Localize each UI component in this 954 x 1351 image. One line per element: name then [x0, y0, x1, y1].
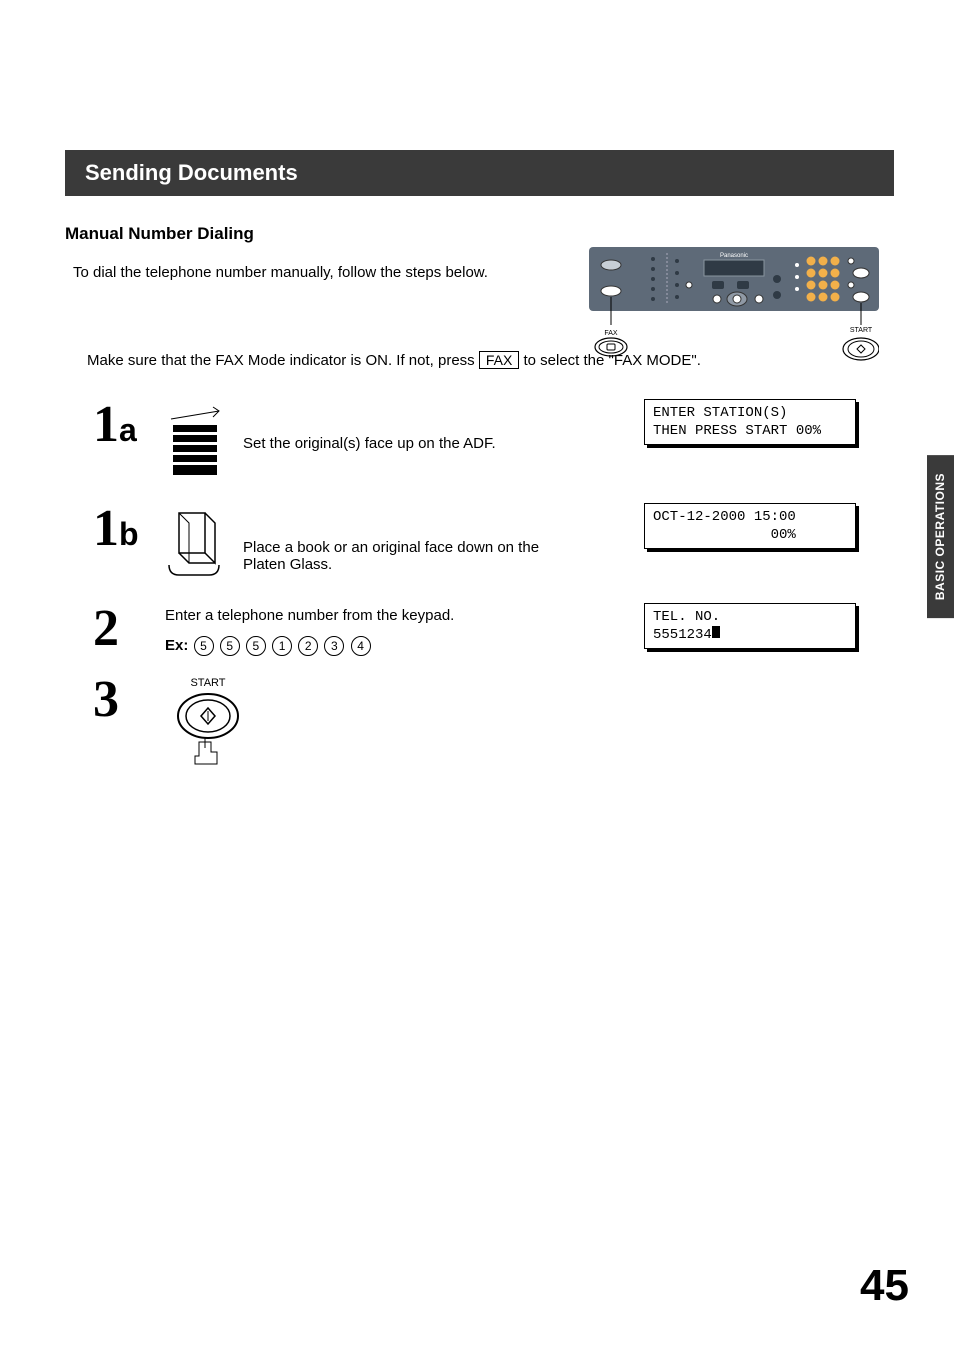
mode-prefix: Make sure that the FAX Mode indicator is…	[87, 352, 479, 369]
platen-glass-icon	[165, 509, 229, 585]
keypad-digit: 3	[324, 636, 344, 656]
page-number: 45	[860, 1261, 909, 1311]
step-1b-text: Place a book or an original face down on…	[243, 509, 543, 573]
step-number-3: 3	[93, 674, 165, 726]
step-number-2: 2	[93, 603, 165, 655]
subsection-heading: Manual Number Dialing	[65, 224, 894, 244]
keypad-digit: 5	[194, 636, 214, 656]
section-tab: BASIC OPERATIONS	[927, 455, 954, 618]
adf-icon	[165, 405, 229, 485]
lcd-display-1a: ENTER STATION(S) THEN PRESS START 00%	[644, 399, 856, 445]
step-2-text: Enter a telephone number from the keypad…	[165, 607, 465, 624]
step-number-1a: 1a	[93, 399, 165, 451]
lcd-display-1b: OCT-12-2000 15:00 00%	[644, 503, 856, 549]
brand-label: Panasonic	[720, 253, 748, 259]
control-panel-illustration: Panasonic	[589, 247, 879, 367]
keypad-digit: 5	[220, 636, 240, 656]
section-header: Sending Documents	[65, 150, 894, 196]
keypad-digit: 5	[246, 636, 266, 656]
start-label: START	[190, 677, 225, 689]
step-number-1b: 1b	[93, 503, 165, 555]
fax-key-icon: FAX	[479, 351, 519, 369]
cursor-icon	[712, 626, 720, 638]
start-callout-label: START	[850, 327, 873, 334]
lcd-display-2: TEL. NO. 5551234	[644, 603, 856, 649]
start-button-icon: START	[165, 674, 255, 774]
step-1a-text: Set the original(s) face up on the ADF.	[243, 405, 496, 452]
ex-label: Ex:	[165, 637, 188, 654]
keypad-digit: 1	[272, 636, 292, 656]
fax-callout-label: FAX	[604, 330, 618, 337]
keypad-digit: 4	[351, 636, 371, 656]
keypad-digit: 2	[298, 636, 318, 656]
